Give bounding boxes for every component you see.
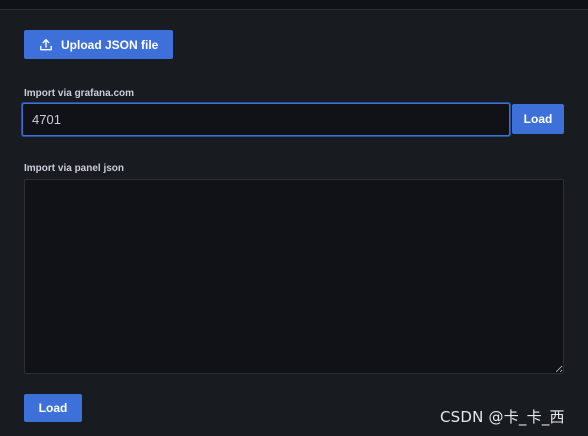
upload-icon xyxy=(39,38,53,52)
upload-json-button[interactable]: Upload JSON file xyxy=(24,30,173,59)
watermark: CSDN @卡_卡_西 xyxy=(440,408,565,426)
upload-json-label: Upload JSON file xyxy=(61,37,159,52)
panel-json-label: Import via panel json xyxy=(24,163,125,174)
top-divider xyxy=(0,0,588,10)
grafana-import-label: Import via grafana.com xyxy=(24,88,135,99)
grafana-id-input[interactable] xyxy=(22,103,510,136)
load-button[interactable]: Load xyxy=(24,394,82,422)
grafana-load-button[interactable]: Load xyxy=(512,104,564,134)
panel-json-textarea[interactable] xyxy=(24,179,564,374)
